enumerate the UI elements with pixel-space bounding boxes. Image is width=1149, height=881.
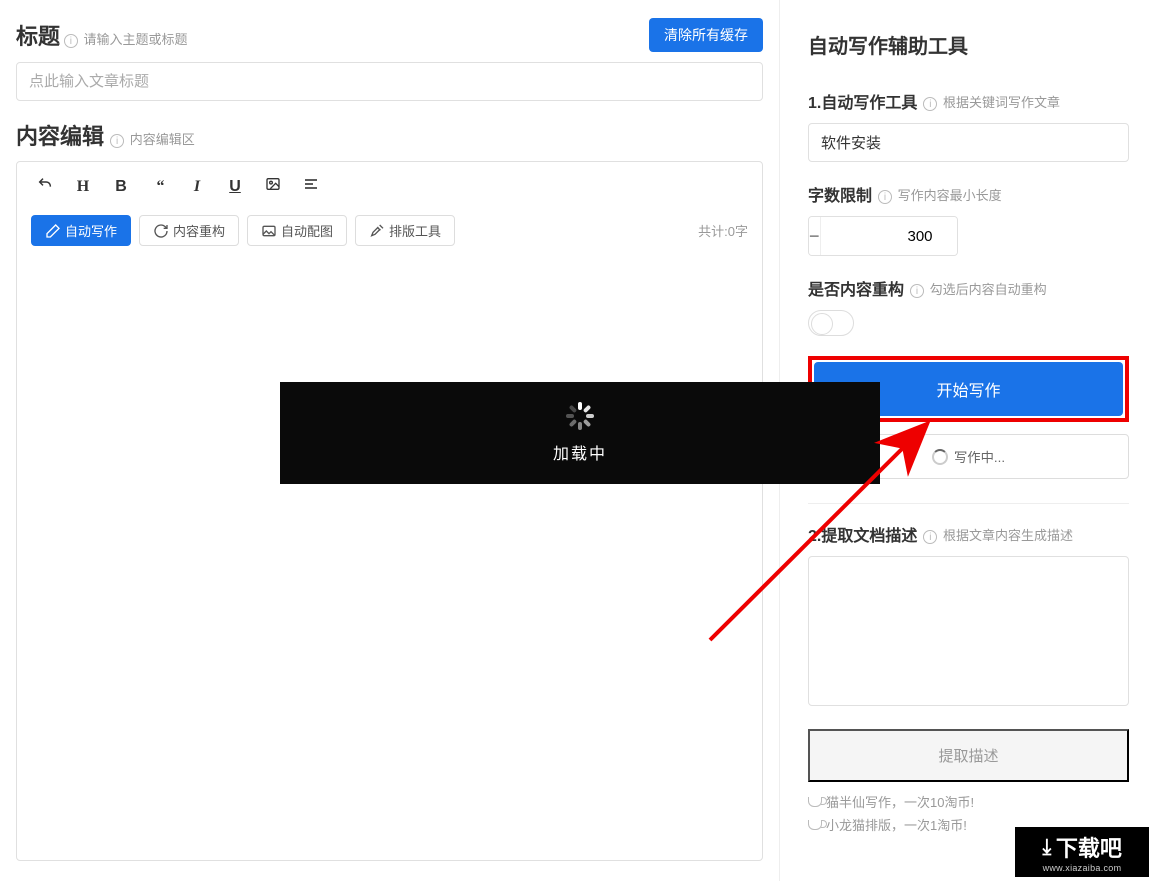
article-title-input[interactable] [16, 62, 763, 101]
rebuild-toggle[interactable] [808, 310, 854, 336]
limit-label: 字数限制 [808, 182, 872, 206]
word-counter: 共计:0字 [698, 221, 748, 240]
divider [808, 503, 1129, 504]
auto-write-button[interactable]: 自动写作 [31, 215, 131, 246]
editor-container: H B “ I U 自动写作 内容重构 [16, 161, 763, 861]
editor-toolbar: H B “ I U [31, 174, 748, 199]
info-icon: i [923, 530, 937, 544]
rebuild-label: 是否内容重构 [808, 276, 904, 300]
undo-icon[interactable] [35, 176, 55, 197]
bold-icon[interactable]: B [111, 178, 131, 196]
section1-label: 1.自动写作工具 [808, 89, 917, 113]
extract-description-button[interactable]: 提取描述 [808, 729, 1129, 782]
rebuild-button[interactable]: 内容重构 [139, 215, 239, 246]
watermark-logo: ⤓ 下载吧 www.xiazaiba.com [1015, 827, 1149, 877]
auto-image-button[interactable]: 自动配图 [247, 215, 347, 246]
download-icon: ⤓ [1043, 834, 1052, 860]
loading-overlay: 加载中 [280, 382, 880, 484]
italic-icon[interactable]: I [187, 178, 207, 196]
content-hint: 内容编辑区 [130, 132, 195, 147]
content-heading: 内容编辑 [16, 124, 104, 149]
rebuild-hint: 勾选后内容自动重构 [930, 282, 1047, 297]
editor-actions: 自动写作 内容重构 自动配图 排版工具 共计:0字 [31, 215, 748, 246]
keyword-input[interactable] [808, 123, 1129, 162]
title-hint: i 请输入主题或标题 [64, 32, 188, 47]
loading-text: 加载中 [553, 440, 607, 464]
heading-icon[interactable]: H [73, 178, 93, 196]
info-icon: i [923, 97, 937, 111]
description-textarea[interactable] [808, 556, 1129, 706]
info-icon: i [910, 284, 924, 298]
image-icon[interactable] [263, 176, 283, 197]
layout-tool-button[interactable]: 排版工具 [355, 215, 455, 246]
stepper-value-input[interactable] [820, 217, 958, 255]
section2-hint: 根据文章内容生成描述 [943, 528, 1073, 543]
info-icon: i [878, 190, 892, 204]
title-heading: 标题 [16, 24, 60, 49]
content-heading-wrap: 内容编辑 i 内容编辑区 [16, 119, 763, 151]
word-limit-stepper[interactable]: − + [808, 216, 958, 256]
underline-icon[interactable]: U [225, 178, 245, 196]
cup-icon [808, 797, 822, 807]
side-title: 自动写作辅助工具 [808, 30, 1129, 59]
section1-hint: 根据关键词写作文章 [943, 95, 1060, 110]
info-icon: i [110, 134, 124, 148]
spinner-icon [932, 449, 948, 465]
quote-icon[interactable]: “ [149, 178, 169, 196]
stepper-minus-button[interactable]: − [809, 217, 820, 255]
loading-spinner-icon [566, 402, 594, 430]
section2-label: 2.提取文档描述 [808, 522, 917, 546]
title-heading-wrap: 标题 i 请输入主题或标题 [16, 19, 188, 51]
info-icon: i [64, 34, 78, 48]
cup-icon [808, 820, 822, 830]
align-icon[interactable] [301, 176, 321, 197]
clear-cache-button[interactable]: 清除所有缓存 [649, 18, 763, 52]
limit-hint: 写作内容最小长度 [898, 188, 1002, 203]
